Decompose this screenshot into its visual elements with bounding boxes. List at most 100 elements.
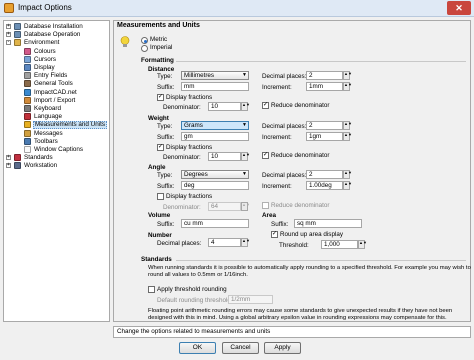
weight-suffix-input[interactable]: gm <box>181 132 249 141</box>
window-icon <box>24 146 31 153</box>
weight-display-fractions-checkbox[interactable]: ✓ <box>157 144 164 151</box>
tree-item-import-export[interactable]: Import / Export <box>4 96 108 105</box>
distance-denominator-input[interactable]: 10 <box>208 102 241 111</box>
tree-item-messages[interactable]: Messages <box>4 129 108 138</box>
expand-icon[interactable]: + <box>6 155 11 161</box>
tree-item-label: General Tools <box>34 80 73 88</box>
number-decimal-label: Decimal places: <box>157 240 202 247</box>
distance-denominator-spinner[interactable]: ▲▼ <box>241 102 250 111</box>
weight-denominator-spinner[interactable]: ▲▼ <box>241 152 250 161</box>
imperial-radio[interactable] <box>141 45 148 52</box>
metric-radio[interactable] <box>141 37 148 44</box>
weight-reduce-checkbox[interactable]: ✓ <box>262 152 269 159</box>
palette-icon <box>24 47 31 55</box>
weight-increment-input[interactable]: 1gm <box>306 132 343 141</box>
tree-item-workstation[interactable]: + Workstation <box>4 162 108 170</box>
area-threshold-input[interactable]: 1,000 <box>321 240 358 249</box>
tree-item-cursors[interactable]: Cursors <box>4 55 108 64</box>
number-decimal-input[interactable]: 4 <box>208 238 241 247</box>
distance-decimal-spinner[interactable]: ▲▼ <box>343 71 352 80</box>
weight-display-fractions-label: Display fractions <box>166 144 213 151</box>
angle-reduce-checkbox[interactable] <box>262 202 269 209</box>
tree-item-language[interactable]: Language <box>4 113 108 121</box>
area-suffix-input[interactable]: sq mm <box>294 219 362 228</box>
distance-suffix-input[interactable]: mm <box>181 82 249 91</box>
weight-increment-spinner[interactable]: ▲▼ <box>343 132 352 141</box>
area-round-up-checkbox[interactable]: ✓ <box>271 231 278 238</box>
cancel-button[interactable]: Cancel <box>222 342 259 354</box>
angle-display-fractions-label: Display fractions <box>166 193 213 200</box>
distance-display-fractions-label: Display fractions <box>166 94 213 101</box>
number-title: Number <box>148 232 172 239</box>
weight-type-select[interactable]: Grams ▼ <box>181 121 249 130</box>
volume-suffix-input[interactable]: cu mm <box>181 219 249 228</box>
tree-item-colours[interactable]: Colours <box>4 47 108 56</box>
tree-item-environment[interactable]: - Environment <box>4 39 108 47</box>
expand-icon[interactable]: + <box>6 24 11 29</box>
tree-item-entry-fields[interactable]: Entry Fields <box>4 72 108 80</box>
tree-item-label: Database Operation <box>24 31 81 39</box>
angle-increment-input[interactable]: 1.00deg <box>306 181 343 190</box>
tree-item-label: Import / Export <box>34 96 76 104</box>
tree-item-standards[interactable]: + Standards <box>4 154 108 162</box>
collapse-icon[interactable]: - <box>6 40 11 46</box>
volume-title: Volume <box>148 212 171 219</box>
distance-display-fractions-checkbox[interactable]: ✓ <box>157 94 164 101</box>
tree-item-measurements-and-units[interactable]: Measurements and Units <box>4 121 108 130</box>
app-icon <box>4 3 14 13</box>
tree-item-general-tools[interactable]: General Tools <box>4 80 108 88</box>
apply-button[interactable]: Apply <box>264 342 301 354</box>
tree-item-label: Toolbars <box>34 137 58 145</box>
tree-item-label: ImpactCAD.net <box>34 88 77 96</box>
apply-threshold-rounding-checkbox[interactable] <box>148 286 155 293</box>
area-threshold-spinner[interactable]: ▲▼ <box>358 240 367 249</box>
tree-item-display[interactable]: Display <box>4 64 108 72</box>
default-rounding-threshold-input[interactable]: 1/2mm <box>228 295 273 304</box>
angle-denominator-spinner[interactable]: ▲▼ <box>241 202 250 211</box>
tree-item-keyboard[interactable]: Keyboard <box>4 105 108 113</box>
angle-suffix-input[interactable]: deg <box>181 181 249 190</box>
expand-icon[interactable]: + <box>6 32 11 38</box>
angle-decimal-input[interactable]: 2 <box>306 170 343 179</box>
tree-item-database-operation[interactable]: + Database Operation <box>4 31 108 39</box>
tree-item-database-installation[interactable]: + Database Installation <box>4 23 108 31</box>
angle-display-fractions-checkbox[interactable] <box>157 193 164 200</box>
apply-threshold-rounding-label: Apply threshold rounding <box>157 286 227 293</box>
tree-item-toolbars[interactable]: Toolbars <box>4 137 108 146</box>
number-decimal-spinner[interactable]: ▲▼ <box>241 238 250 247</box>
weight-reduce-label: Reduce denominator <box>271 152 330 159</box>
angle-increment-spinner[interactable]: ▲▼ <box>343 181 352 190</box>
weight-decimal-label: Decimal places: <box>262 123 307 130</box>
expand-icon[interactable]: + <box>6 163 11 169</box>
standards-title: Standards <box>141 256 172 263</box>
angle-decimal-spinner[interactable]: ▲▼ <box>343 170 352 179</box>
distance-decimal-input[interactable]: 2 <box>306 71 343 80</box>
area-title: Area <box>262 212 277 219</box>
language-icon <box>24 113 31 121</box>
ruler-icon <box>24 121 31 129</box>
folder-icon <box>14 39 21 47</box>
distance-title: Distance <box>148 66 175 73</box>
tree-item-label: Keyboard <box>34 105 61 112</box>
tree-item-window-captions[interactable]: Window Captions <box>4 146 108 154</box>
lightbulb-icon <box>120 36 130 47</box>
chevron-down-icon: ▼ <box>242 72 247 78</box>
distance-increment-spinner[interactable]: ▲▼ <box>343 82 352 91</box>
weight-decimal-input[interactable]: 2 <box>306 121 343 130</box>
panel-heading: Measurements and Units <box>117 22 200 29</box>
angle-type-select[interactable]: Degrees ▼ <box>181 170 249 179</box>
weight-denominator-input[interactable]: 10 <box>208 152 241 161</box>
tree-item-impactcad-net[interactable]: ImpactCAD.net <box>4 88 108 97</box>
display-icon <box>24 64 31 71</box>
tools-icon <box>24 80 31 88</box>
distance-type-select[interactable]: Millimetres ▼ <box>181 71 249 80</box>
distance-reduce-label: Reduce denominator <box>271 102 330 109</box>
tree-item-label: Display <box>34 64 55 71</box>
default-rounding-threshold-label: Default rounding threshold: <box>157 297 233 304</box>
weight-decimal-spinner[interactable]: ▲▼ <box>343 121 352 130</box>
angle-denominator-input[interactable]: 64 <box>208 202 241 211</box>
ok-button[interactable]: OK <box>179 342 216 354</box>
distance-increment-input[interactable]: 1mm <box>306 82 343 91</box>
distance-reduce-checkbox[interactable]: ✓ <box>262 102 269 109</box>
close-button[interactable]: ✕ <box>447 1 471 15</box>
